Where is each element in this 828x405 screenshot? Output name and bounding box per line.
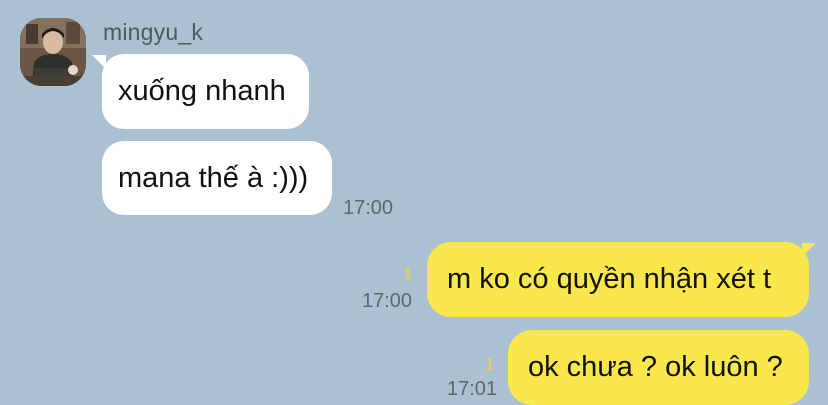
message-text: mana thế à :))): [118, 161, 309, 194]
incoming-message-bubble[interactable]: xuống nhanh: [102, 54, 309, 129]
outgoing-message-bubble[interactable]: m ko có quyền nhận xét t: [427, 242, 809, 317]
incoming-message-bubble[interactable]: mana thế à :))): [102, 141, 332, 215]
sender-name: mingyu_k: [103, 19, 204, 45]
message-text: xuống nhanh: [118, 75, 286, 107]
message-text: m ko có quyền nhận xét t: [447, 263, 772, 295]
message-timestamp: 17:01: [447, 378, 498, 400]
outgoing-message-bubble[interactable]: ok chưa ? ok luôn ?: [508, 330, 809, 405]
unread-count: 1: [485, 355, 495, 374]
profile-photo-icon: [20, 18, 86, 86]
message-timestamp: 17:00: [343, 197, 394, 219]
unread-count: 1: [403, 264, 413, 283]
sender-avatar[interactable]: [20, 18, 86, 86]
message-text: ok chưa ? ok luôn ?: [528, 351, 783, 383]
message-timestamp: 17:00: [362, 290, 413, 312]
